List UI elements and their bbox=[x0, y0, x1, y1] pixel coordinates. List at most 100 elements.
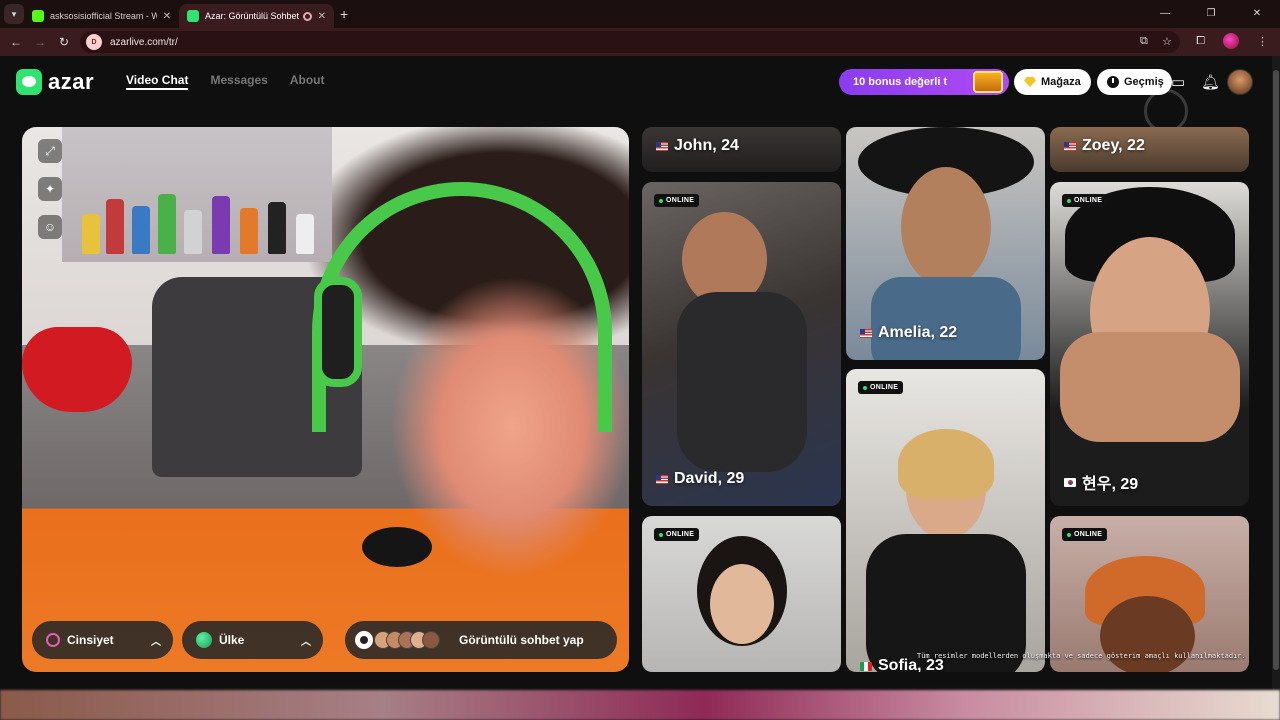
card-name-text: David, 29 bbox=[674, 470, 745, 487]
bonus-label: 10 bonus değerli t bbox=[853, 76, 948, 88]
kick-favicon-icon bbox=[32, 10, 44, 22]
profile-avatar[interactable] bbox=[1223, 33, 1239, 49]
card-name-text: Amelia, 22 bbox=[878, 324, 958, 341]
kr-flag-icon bbox=[1064, 477, 1076, 487]
card-name: Amelia, 22 bbox=[860, 324, 957, 342]
close-tab-icon[interactable]: ✕ bbox=[318, 11, 326, 22]
restore-icon[interactable]: ❐ bbox=[1188, 0, 1234, 28]
bell-icon[interactable]: 🔔︎ bbox=[1201, 73, 1220, 91]
nav-messages[interactable]: Messages bbox=[210, 73, 267, 90]
face-filter-icon[interactable]: ☺ bbox=[38, 215, 62, 239]
cast-icon[interactable]: ⧉ bbox=[1140, 35, 1148, 48]
person-photo bbox=[1060, 332, 1240, 442]
profile-card[interactable]: ONLINE 현우, 29 bbox=[1050, 182, 1249, 506]
magic-wand-icon[interactable]: ✦ bbox=[38, 177, 62, 201]
back-icon[interactable]: ← bbox=[4, 35, 28, 49]
card-name-text: John, 24 bbox=[674, 137, 739, 154]
background-shelf bbox=[62, 127, 332, 262]
country-filter-button[interactable]: Ülke ︿ bbox=[182, 621, 323, 659]
preview-faces bbox=[374, 631, 440, 649]
person-photo bbox=[710, 564, 774, 644]
close-window-icon[interactable]: ✕ bbox=[1234, 0, 1280, 28]
card-name-text: Zoey, 22 bbox=[1082, 137, 1145, 154]
tab-search-button[interactable]: ▾ bbox=[4, 4, 24, 24]
scrollbar-thumb[interactable] bbox=[1273, 70, 1279, 670]
gender-icon bbox=[46, 633, 60, 647]
tab-title: asksosisiofficial Stream - Watch bbox=[50, 11, 157, 21]
us-flag-icon bbox=[860, 328, 872, 338]
azar-page: azar Video Chat Messages About 10 bonus … bbox=[0, 56, 1272, 720]
start-chat-label: Görüntülü sohbet yap bbox=[459, 633, 584, 647]
nav-about[interactable]: About bbox=[290, 73, 325, 90]
menu-icon[interactable]: ⋮ bbox=[1257, 35, 1268, 48]
bookmark-star-icon[interactable]: ☆ bbox=[1162, 35, 1172, 48]
person-photo bbox=[1100, 596, 1195, 672]
country-label: Ülke bbox=[219, 633, 245, 647]
person-photo bbox=[901, 167, 991, 287]
url-text[interactable]: azarlive.com/tr/ bbox=[110, 37, 178, 48]
headset-mic bbox=[362, 527, 432, 567]
new-tab-button[interactable]: + bbox=[340, 6, 348, 22]
page-scrollbar[interactable] bbox=[1272, 56, 1280, 720]
tab-title: Azar: Görüntülü Sohbet & V bbox=[205, 11, 299, 21]
treasure-chest-icon bbox=[973, 71, 1003, 93]
toolbar-right: ⧠ ⋮ bbox=[1196, 33, 1268, 49]
browser-tab-bar: ▾ asksosisiofficial Stream - Watch ✕ Aza… bbox=[0, 0, 1280, 28]
person-photo bbox=[871, 277, 1021, 360]
extensions-icon[interactable]: ⧠ bbox=[1196, 35, 1205, 48]
reload-icon[interactable]: ↻ bbox=[52, 35, 76, 49]
camera-icon bbox=[355, 631, 373, 649]
us-flag-icon bbox=[1064, 141, 1076, 151]
browser-tab-active[interactable]: Azar: Görüntülü Sohbet & V ✕ bbox=[179, 4, 334, 28]
online-badge: ONLINE bbox=[1062, 194, 1108, 207]
expand-icon[interactable]: ⤢ bbox=[38, 139, 62, 163]
person-photo bbox=[898, 429, 994, 499]
profile-card[interactable]: ONLINE bbox=[642, 516, 841, 672]
disclaimer-text: Tüm resimler modellerden oluşmakta ve sa… bbox=[917, 652, 1246, 660]
user-avatar[interactable] bbox=[1227, 69, 1253, 95]
gender-filter-button[interactable]: Cinsiyet ︿ bbox=[32, 621, 173, 659]
forward-icon[interactable]: → bbox=[28, 35, 52, 49]
profile-card[interactable]: John, 24 bbox=[642, 127, 841, 172]
browser-toolbar: ← → ↻ D azarlive.com/tr/ ⧉ ☆ ⧠ ⋮ bbox=[0, 28, 1280, 56]
heart-pillow bbox=[22, 327, 132, 412]
logo-text: azar bbox=[48, 69, 95, 94]
streamer-overlay-strip bbox=[0, 690, 1280, 720]
card-name: 현우, 29 bbox=[1064, 470, 1138, 494]
minimize-icon[interactable]: — bbox=[1142, 0, 1188, 28]
profile-card[interactable]: ONLINE bbox=[1050, 516, 1249, 672]
profile-card[interactable]: Zoey, 22 bbox=[1050, 127, 1249, 172]
video-tools: ⤢ ✦ ☺ bbox=[36, 139, 64, 239]
card-name: John, 24 bbox=[656, 137, 739, 155]
azar-logo-icon bbox=[16, 69, 42, 95]
azar-favicon-icon bbox=[187, 10, 199, 22]
close-tab-icon[interactable]: ✕ bbox=[163, 11, 171, 22]
profile-card[interactable]: Amelia, 22 bbox=[846, 127, 1045, 360]
start-video-chat-button[interactable]: Görüntülü sohbet yap bbox=[345, 621, 617, 659]
address-bar[interactable]: D azarlive.com/tr/ ⧉ ☆ bbox=[80, 31, 1180, 53]
online-badge: ONLINE bbox=[858, 381, 904, 394]
nav-video-chat[interactable]: Video Chat bbox=[126, 73, 189, 90]
browser-tab[interactable]: asksosisiofficial Stream - Watch ✕ bbox=[24, 4, 179, 28]
chevron-up-icon: ︿ bbox=[301, 636, 311, 648]
card-name-text: 현우, 29 bbox=[1082, 476, 1139, 493]
headset-earcup bbox=[314, 277, 362, 387]
profile-card[interactable]: ONLINE Sofia, 23 bbox=[846, 369, 1045, 672]
clock-icon bbox=[1107, 76, 1119, 88]
bonus-banner[interactable]: 10 bonus değerli t bbox=[839, 69, 1009, 95]
self-video-preview: ⤢ ✦ ☺ Cinsiyet ︿ Ülke ︿ Görüntülü sohbet… bbox=[22, 127, 629, 672]
site-info-icon[interactable]: D bbox=[86, 34, 102, 50]
card-name: David, 29 bbox=[656, 470, 744, 488]
inbox-icon[interactable]: ▭ bbox=[1171, 73, 1185, 91]
main-nav: Video Chat Messages About bbox=[126, 73, 325, 90]
gem-icon bbox=[1024, 77, 1036, 87]
gender-label: Cinsiyet bbox=[67, 633, 114, 647]
profile-card[interactable]: ONLINE David, 29 bbox=[642, 182, 841, 506]
azar-logo[interactable]: azar bbox=[16, 69, 94, 95]
us-flag-icon bbox=[656, 474, 668, 484]
online-badge: ONLINE bbox=[654, 528, 700, 541]
online-badge: ONLINE bbox=[1062, 528, 1108, 541]
store-button[interactable]: Mağaza bbox=[1014, 69, 1091, 95]
it-flag-icon bbox=[860, 661, 872, 671]
store-label: Mağaza bbox=[1041, 76, 1081, 88]
